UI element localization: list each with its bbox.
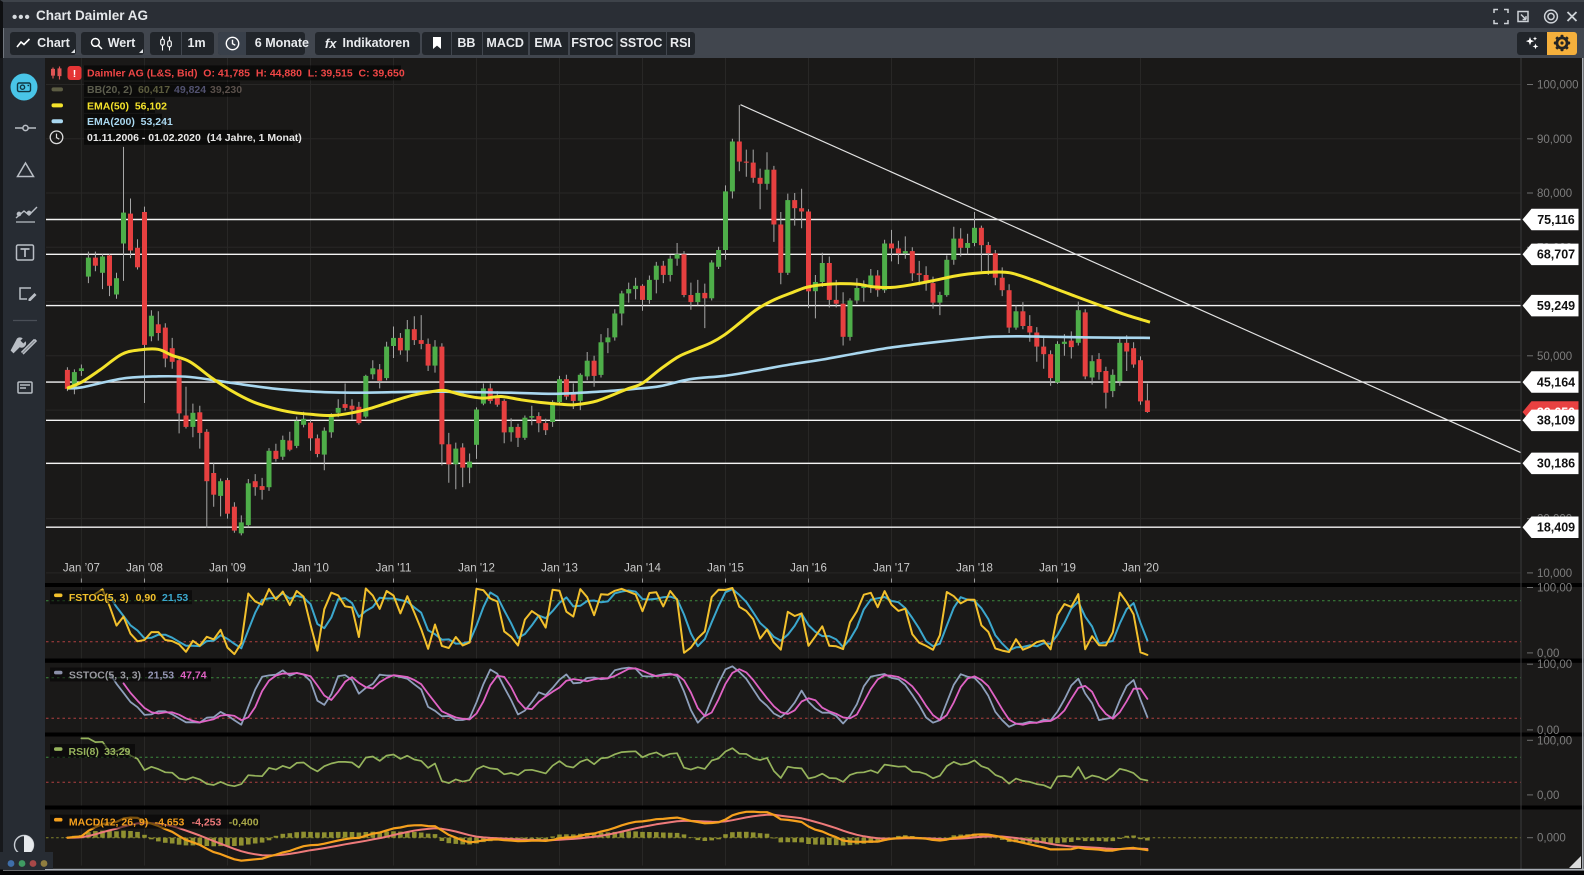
svg-text:90,000: 90,000 xyxy=(1537,134,1572,146)
svg-text:Jan '12: Jan '12 xyxy=(458,563,495,575)
svg-text:Jan '14: Jan '14 xyxy=(624,563,661,575)
svg-text:MACD(12, 26, 9): MACD(12, 26, 9) xyxy=(69,816,148,828)
svg-text:BB(20, 2): BB(20, 2) xyxy=(87,84,133,96)
svg-text:Daimler AG (L&S, Bid) O: 41,7: Daimler AG (L&S, Bid) O: 41,785 H: 44,88… xyxy=(87,68,405,80)
svg-text:18,409: 18,409 xyxy=(1537,521,1575,535)
svg-text:49,824: 49,824 xyxy=(174,84,206,96)
svg-text:01.11.2006 - 01.02.2020 (14 J: 01.11.2006 - 01.02.2020 (14 Jahre, 1 Mon… xyxy=(87,132,302,144)
svg-text:60,417: 60,417 xyxy=(138,84,170,96)
svg-text:Jan '13: Jan '13 xyxy=(541,563,578,575)
svg-text:Jan '17: Jan '17 xyxy=(873,563,910,575)
svg-text:10,000: 10,000 xyxy=(1537,568,1572,580)
svg-text:0,00: 0,00 xyxy=(1537,790,1559,802)
svg-text:30,186: 30,186 xyxy=(1537,457,1575,471)
svg-text:Jan '09: Jan '09 xyxy=(209,563,246,575)
svg-text:Jan '10: Jan '10 xyxy=(292,563,329,575)
svg-text:68,707: 68,707 xyxy=(1537,248,1575,262)
svg-text:75,116: 75,116 xyxy=(1537,213,1575,227)
svg-text:21,53: 21,53 xyxy=(148,669,174,681)
svg-text:33,29: 33,29 xyxy=(104,746,130,758)
svg-text:Jan '16: Jan '16 xyxy=(790,563,827,575)
svg-text:100,00: 100,00 xyxy=(1537,583,1572,595)
svg-text:Jan '15: Jan '15 xyxy=(707,563,744,575)
svg-text:50,000: 50,000 xyxy=(1537,351,1572,363)
svg-text:0,000: 0,000 xyxy=(1537,833,1566,845)
svg-text:47,74: 47,74 xyxy=(180,669,206,681)
svg-text:80,000: 80,000 xyxy=(1537,188,1572,200)
svg-text:100,00: 100,00 xyxy=(1537,659,1572,671)
svg-text:100,00: 100,00 xyxy=(1537,735,1572,747)
svg-text:Jan '11: Jan '11 xyxy=(376,563,412,575)
svg-text:EMA(200) 53,241: EMA(200) 53,241 xyxy=(87,116,173,128)
svg-text:39,230: 39,230 xyxy=(210,84,242,96)
svg-text:21,53: 21,53 xyxy=(162,592,188,604)
svg-text:!: ! xyxy=(73,68,77,80)
svg-text:Jan '19: Jan '19 xyxy=(1039,563,1076,575)
svg-text:38,109: 38,109 xyxy=(1537,414,1575,428)
svg-text:Jan '18: Jan '18 xyxy=(956,563,993,575)
svg-text:Jan '20: Jan '20 xyxy=(1122,563,1159,575)
svg-text:SSTOC(5, 3, 3): SSTOC(5, 3, 3) xyxy=(69,669,141,681)
svg-text:Jan '08: Jan '08 xyxy=(126,563,163,575)
svg-text:45,164: 45,164 xyxy=(1537,375,1575,389)
svg-text:RSI(8): RSI(8) xyxy=(69,746,99,758)
svg-text:100,000: 100,000 xyxy=(1537,80,1579,92)
svg-text:59,249: 59,249 xyxy=(1537,299,1575,313)
svg-text:-4,653: -4,653 xyxy=(155,816,185,828)
svg-text:0,90: 0,90 xyxy=(136,592,157,604)
svg-text:FSTOC(5, 3): FSTOC(5, 3) xyxy=(69,592,129,604)
svg-text:-0,400: -0,400 xyxy=(229,816,259,828)
svg-text:0,00: 0,00 xyxy=(1537,648,1559,660)
svg-text:Jan ’07: Jan ’07 xyxy=(63,563,100,575)
svg-text:EMA(50) 56,102: EMA(50) 56,102 xyxy=(87,100,167,112)
svg-text:-4,253: -4,253 xyxy=(192,816,222,828)
